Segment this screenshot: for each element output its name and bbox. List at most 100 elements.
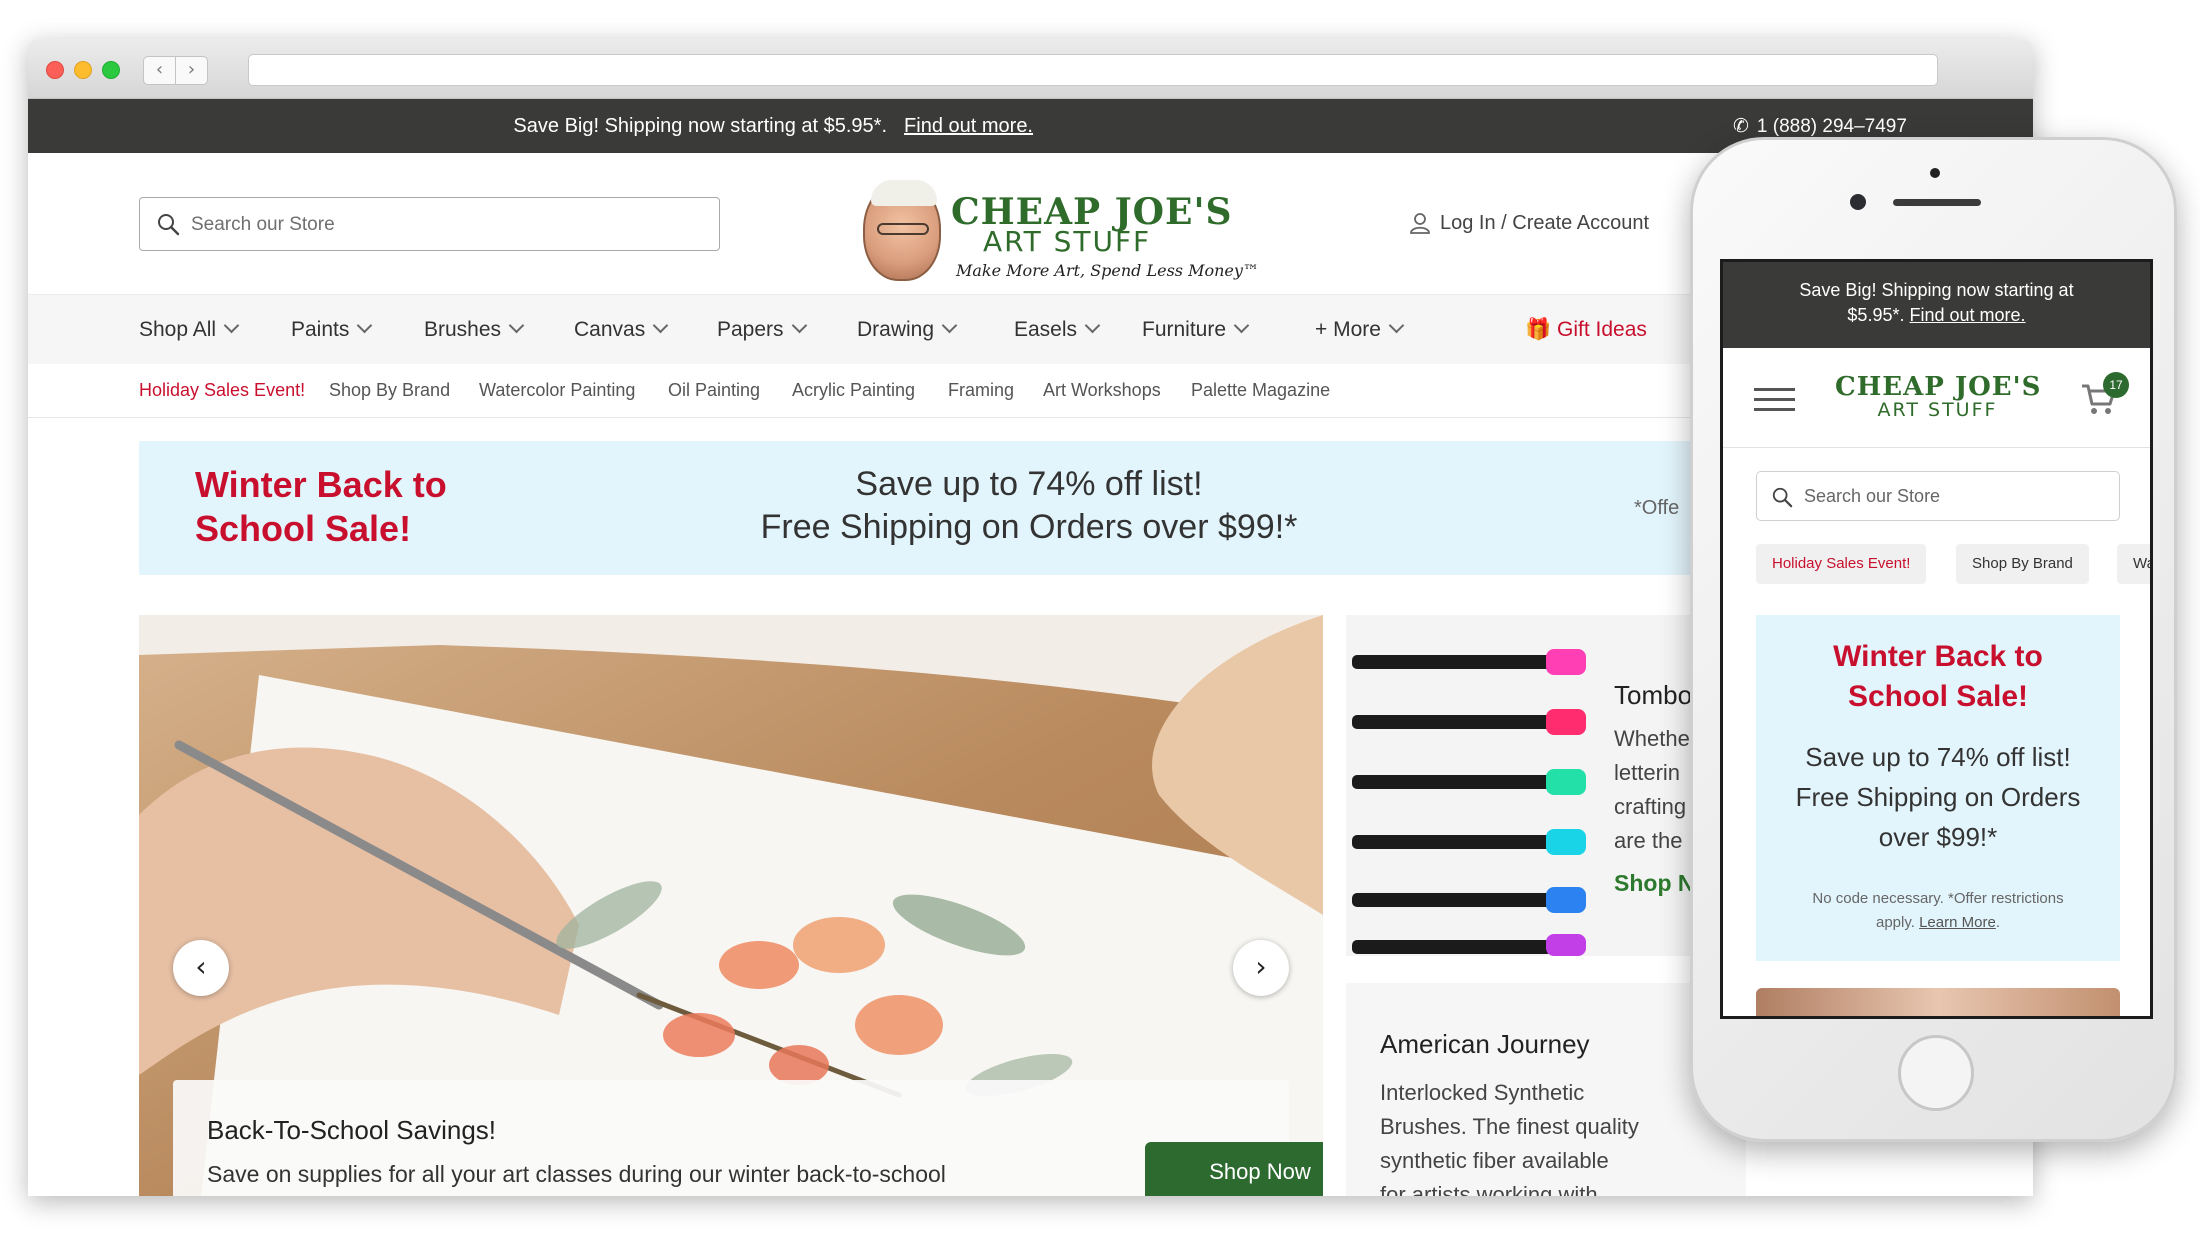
cart-count-badge: 17 [2103,372,2129,398]
nav-paints[interactable]: Paints [291,317,373,342]
chevron-down-icon [508,317,525,334]
minimize-window-button[interactable] [74,61,92,79]
nav-gift-ideas[interactable]: 🎁 Gift Ideas [1525,318,1647,342]
markers-shop-link[interactable]: Shop N [1614,870,1695,897]
sale-banner[interactable]: Winter Back to School Sale! Save up to 7… [139,441,1759,575]
mobile-chip-holiday-sales[interactable]: Holiday Sales Event! [1756,544,1927,584]
mobile-sale-fine-print: No code necessary. *Offer restrictions a… [1776,887,2100,935]
phone-sensor [1930,168,1940,178]
nav-label: Paints [291,318,350,341]
nav-brushes[interactable]: Brushes [424,317,525,342]
gift-ideas-label: Gift Ideas [1557,318,1647,341]
user-icon [1410,213,1430,234]
browser-forward-button[interactable]: › [175,56,208,85]
chevron-down-icon [357,317,373,334]
subnav-art-workshops[interactable]: Art Workshops [1043,380,1161,401]
logo-portrait [863,180,941,281]
phone-number: 1 (888) 294–7497 [1756,116,1907,137]
mobile-search-placeholder: Search our Store [1804,486,1941,506]
mobile-sale-banner[interactable]: Winter Back to School Sale! Save up to 7… [1756,615,2120,961]
mobile-fine-text: apply. [1876,914,1915,931]
browser-back-button[interactable]: ‹ [143,56,176,85]
brushes-description-line: for artists working with [1380,1182,1598,1196]
nav-label: Canvas [574,318,646,341]
hero-carousel: ‹ › Back-To-School Savings! Save on supp… [139,615,1323,1196]
mobile-sale-offer-line: Save up to 74% off list! [1805,742,2071,772]
subnav-framing[interactable]: Framing [948,380,1014,401]
nav-furniture[interactable]: Furniture [1142,317,1250,342]
brushes-description-line: Brushes. The finest quality [1380,1114,1639,1139]
mobile-chip-more[interactable]: Wa [2117,544,2150,584]
mobile-search-input[interactable]: Search our Store [1756,471,2120,521]
mobile-header: CHEAP JOE'S ART STUFF 17 [1723,348,2150,448]
hero-card: Back-To-School Savings! Save on supplies… [173,1080,1289,1196]
mobile-chip-shop-by-brand[interactable]: Shop By Brand [1956,544,2089,584]
chevron-down-icon [1233,317,1250,334]
phone-home-button[interactable] [1898,1035,1974,1111]
nav-papers[interactable]: Papers [717,317,807,342]
sale-title-line: School Sale! [195,508,412,549]
subnav-palette-magazine[interactable]: Palette Magazine [1191,380,1330,401]
sale-title-line: Winter Back to [195,464,447,505]
nav-label: Easels [1014,318,1078,341]
login-link[interactable]: Log In / Create Account [1410,212,1650,235]
address-bar[interactable] [248,54,1938,86]
maximize-window-button[interactable] [102,61,120,79]
phone-camera [1850,194,1866,210]
search-placeholder: Search our Store [191,214,335,235]
sale-title: Winter Back to School Sale! [195,463,535,551]
nav-easels[interactable]: Easels [1014,317,1101,342]
nav-label: Papers [717,318,784,341]
subnav-shop-by-brand[interactable]: Shop By Brand [329,380,450,401]
carousel-next-button[interactable]: › [1233,940,1289,996]
brushes-description: Interlocked Synthetic Brushes. The fines… [1380,1076,1639,1196]
learn-more-link[interactable]: Learn More [1919,914,1996,931]
subnav-holiday-sales[interactable]: Holiday Sales Event! [139,380,305,401]
mobile-screen: Save Big! Shipping now starting at $5.95… [1720,259,2153,1019]
login-label: Log In / Create Account [1440,212,1650,234]
nav-shop-all[interactable]: Shop All [139,317,240,342]
subnav-watercolor-painting[interactable]: Watercolor Painting [479,380,635,401]
mobile-sale-title: Winter Back to School Sale! [1756,637,2120,717]
mockup-stage: ‹ › Save Big! Shipping now starting at $… [0,0,2200,1238]
subnav-oil-painting[interactable]: Oil Painting [668,380,760,401]
nav-canvas[interactable]: Canvas [574,317,669,342]
subnav-acrylic-painting[interactable]: Acrylic Painting [792,380,915,401]
search-icon [158,214,180,236]
nav-label: Shop All [139,318,217,341]
mobile-promo-line: $5.95*. Find out more. [1723,303,2150,328]
shop-now-button[interactable]: Shop Now [1145,1142,1323,1196]
mobile-logo-wordmark: CHEAP JOE'S [1835,372,2042,402]
mobile-promo-price: $5.95*. [1847,305,1905,325]
sale-offer: Save up to 74% off list! Free Shipping o… [659,463,1399,549]
browser-chrome: ‹ › [28,39,2033,99]
chevron-down-icon [941,317,958,334]
phone-mockup: Save Big! Shipping now starting at $5.95… [1690,137,2177,1142]
close-window-button[interactable] [46,61,64,79]
chevron-down-icon [1388,317,1405,334]
markers-description-line: letterin [1614,760,1681,785]
markers-description-line: crafting [1614,794,1687,819]
logo-tagline: Make More Art, Spend Less Money™ [956,261,1259,280]
hamburger-icon[interactable] [1754,388,1795,412]
phone-number-link[interactable]: ✆ 1 (888) 294–7497 [1733,115,1907,138]
mobile-promo-bar: Save Big! Shipping now starting at $5.95… [1723,262,2150,348]
mobile-fine-line: apply. Learn More. [1876,914,2000,931]
nav-drawing[interactable]: Drawing [857,317,958,342]
promo-tile-brushes[interactable]: American Journey Interlocked Synthetic B… [1346,983,1746,1196]
mobile-logo[interactable]: CHEAP JOE'S ART STUFF [1835,372,2042,421]
search-input[interactable]: Search our Store [139,197,720,251]
mobile-logo-subtitle: ART STUFF [1877,399,1998,421]
mobile-sale-offer-line: over $99!* [1878,822,1998,852]
promo-find-out-more-link[interactable]: Find out more. [904,115,1033,138]
nav-more[interactable]: + More [1315,317,1405,342]
brushes-description-line: Interlocked Synthetic [1380,1080,1585,1105]
carousel-prev-button[interactable]: ‹ [173,940,229,996]
mobile-promo-link[interactable]: Find out more. [1910,305,2026,325]
site-logo[interactable]: CHEAP JOE'S ART STUFF Make More Art, Spe… [863,180,1259,291]
sale-offer-line: Free Shipping on Orders over $99!* [760,508,1298,546]
markers-title: Tombo [1614,680,1693,710]
promo-tile-markers[interactable]: Tombo Whethe letterin crafting are the S… [1346,615,1746,956]
chevron-right-icon: › [1255,950,1267,983]
sale-offer-line: Save up to 74% off list! [855,465,1203,503]
